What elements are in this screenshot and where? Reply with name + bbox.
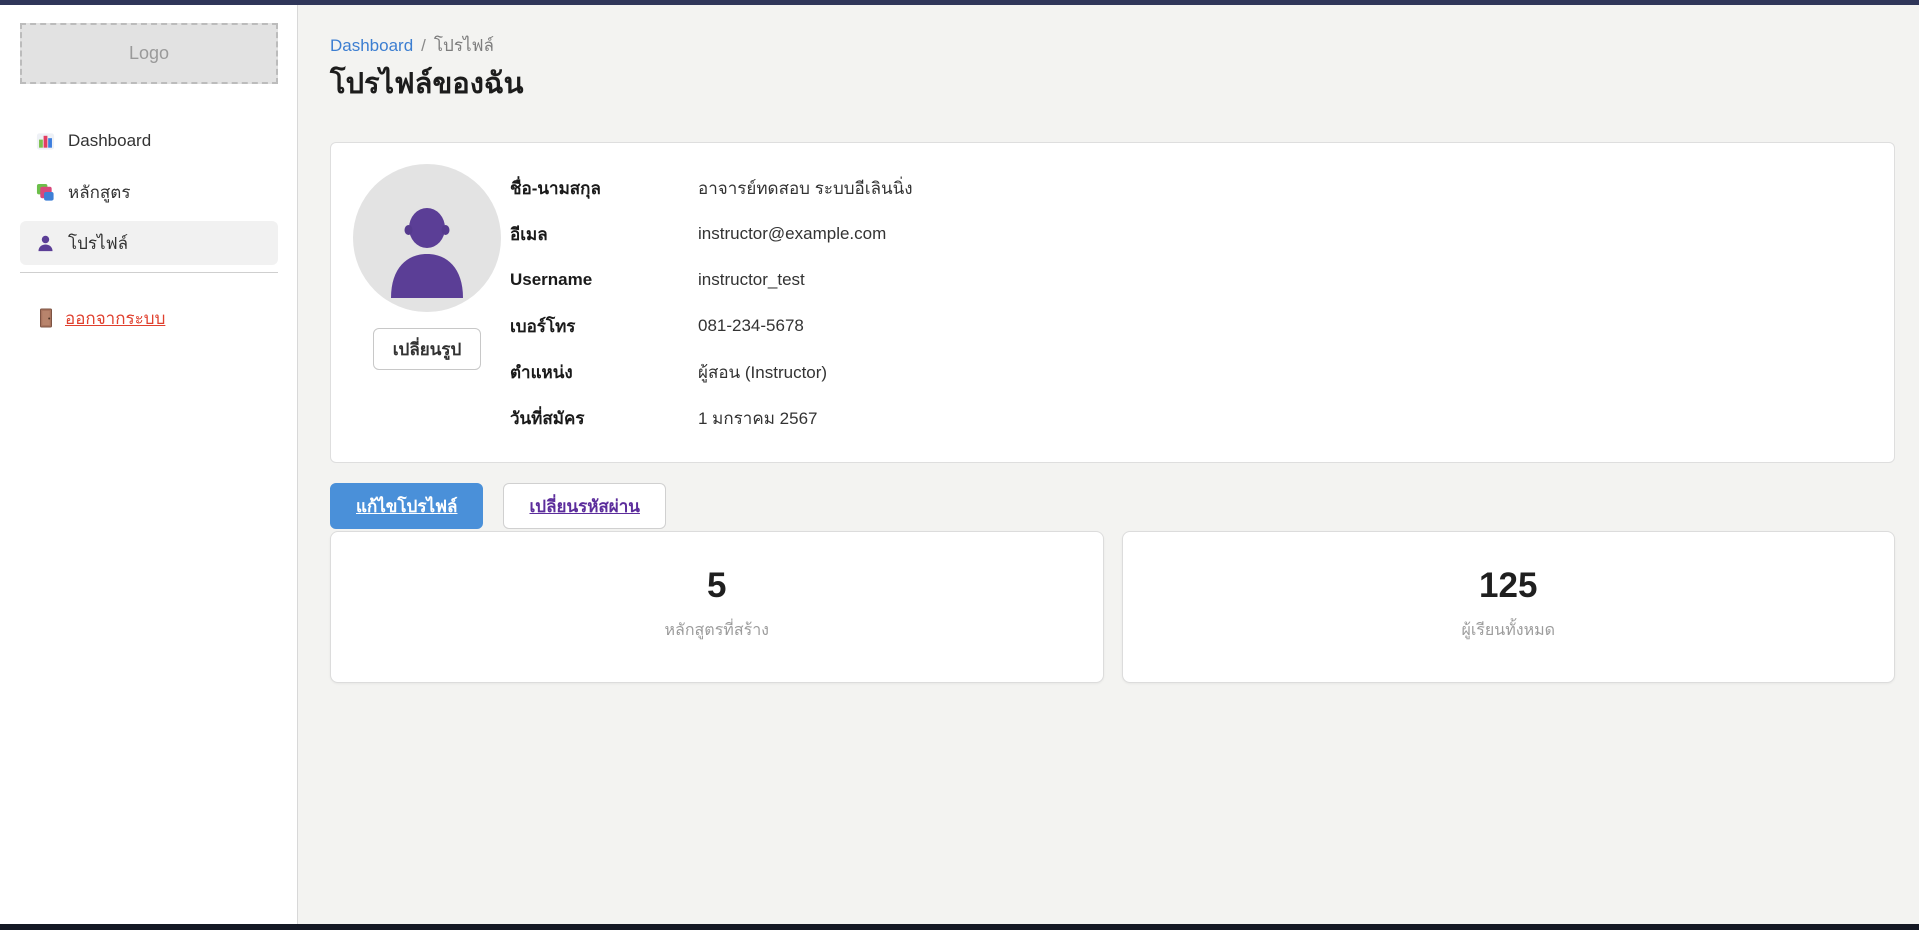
edit-profile-button[interactable]: แก้ไขโปรไฟล์ — [330, 483, 483, 529]
person-icon — [36, 234, 55, 253]
logo-placeholder: Logo — [20, 23, 278, 84]
profile-card: เปลี่ยนรูป ชื่อ-นามสกุล อาจารย์ทดสอบ ระบ… — [330, 142, 1895, 463]
field-label: Username — [510, 270, 698, 290]
stats-row: 5 หลักสูตรที่สร้าง 125 ผู้เรียนทั้งหมด — [330, 531, 1895, 683]
bar-chart-icon — [36, 132, 55, 151]
top-accent-bar — [0, 0, 1919, 5]
sidebar-item-courses[interactable]: หลักสูตร — [20, 170, 278, 214]
breadcrumb-separator: / — [421, 36, 426, 55]
field-value: อาจารย์ทดสอบ ระบบอีเลินนิ่ง — [698, 175, 913, 202]
stat-label: ผู้เรียนทั้งหมด — [1123, 618, 1895, 643]
field-value: ผู้สอน (Instructor) — [698, 359, 827, 386]
sidebar-item-label: Dashboard — [68, 131, 151, 151]
sidebar-item-label: หลักสูตร — [68, 179, 130, 206]
stat-card-courses: 5 หลักสูตรที่สร้าง — [330, 531, 1104, 683]
avatar — [353, 164, 501, 312]
sidebar-item-profile[interactable]: โปรไฟล์ — [20, 221, 278, 265]
stat-card-students: 125 ผู้เรียนทั้งหมด — [1122, 531, 1896, 683]
field-label: ชื่อ-นามสกุล — [510, 175, 698, 202]
field-value: 081-234-5678 — [698, 316, 804, 336]
field-value: instructor_test — [698, 270, 805, 290]
change-photo-button[interactable]: เปลี่ยนรูป — [373, 328, 481, 370]
breadcrumb: Dashboard / โปรไฟล์ — [330, 32, 494, 59]
breadcrumb-dashboard-link[interactable]: Dashboard — [330, 36, 413, 55]
avatar-person-icon — [385, 206, 469, 298]
stat-value: 125 — [1123, 566, 1895, 606]
door-icon — [38, 308, 54, 328]
page-title: โปรไฟล์ของฉัน — [330, 60, 523, 106]
stat-label: หลักสูตรที่สร้าง — [331, 618, 1103, 643]
sidebar-divider — [20, 272, 278, 273]
field-value: instructor@example.com — [698, 224, 886, 244]
breadcrumb-current: โปรไฟล์ — [434, 36, 494, 55]
field-row-phone: เบอร์โทร 081-234-5678 — [510, 303, 913, 349]
stat-value: 5 — [331, 566, 1103, 606]
field-row-position: ตำแหน่ง ผู้สอน (Instructor) — [510, 349, 913, 395]
logo-text: Logo — [129, 43, 169, 64]
field-row-name: ชื่อ-นามสกุล อาจารย์ทดสอบ ระบบอีเลินนิ่ง — [510, 165, 913, 211]
sidebar-item-dashboard[interactable]: Dashboard — [20, 119, 278, 163]
sidebar-item-label: โปรไฟล์ — [68, 230, 128, 257]
field-label: อีเมล — [510, 221, 698, 248]
field-row-username: Username instructor_test — [510, 257, 913, 303]
field-row-register-date: วันที่สมัคร 1 มกราคม 2567 — [510, 395, 913, 441]
field-label: ตำแหน่ง — [510, 359, 698, 386]
field-label: วันที่สมัคร — [510, 405, 698, 432]
field-label: เบอร์โทร — [510, 313, 698, 340]
profile-actions: แก้ไขโปรไฟล์ เปลี่ยนรหัสผ่าน — [330, 483, 666, 529]
profile-fields: ชื่อ-นามสกุล อาจารย์ทดสอบ ระบบอีเลินนิ่ง… — [510, 165, 913, 441]
field-row-email: อีเมล instructor@example.com — [510, 211, 913, 257]
logout-link[interactable]: ออกจากระบบ — [38, 301, 165, 335]
field-value: 1 มกราคม 2567 — [698, 405, 817, 432]
books-icon — [36, 183, 55, 202]
logout-label: ออกจากระบบ — [65, 305, 165, 332]
change-password-button[interactable]: เปลี่ยนรหัสผ่าน — [503, 483, 665, 529]
bottom-accent-bar — [0, 924, 1919, 930]
sidebar: Logo Dashboard หลักสูตร โปรไฟล์ ออกจากระ… — [0, 5, 298, 924]
